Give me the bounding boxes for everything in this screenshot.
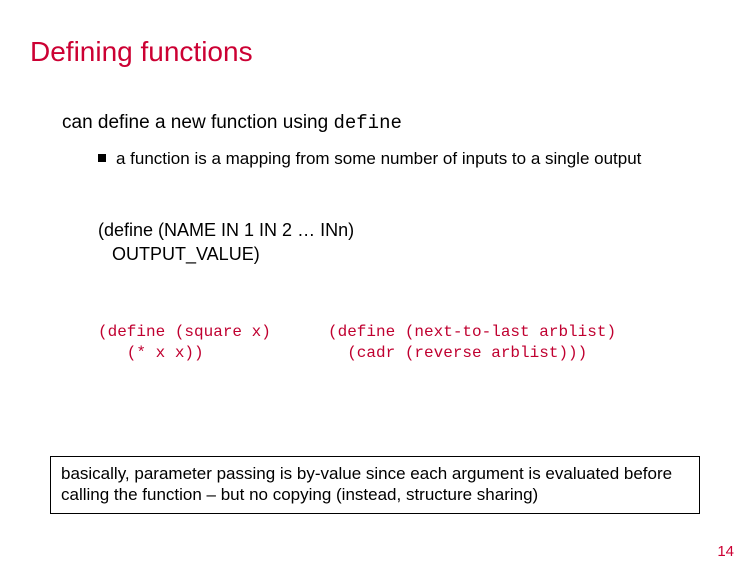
note-box: basically, parameter passing is by-value… — [50, 456, 700, 515]
bullet-text: a function is a mapping from some number… — [116, 148, 641, 169]
template-line-2: OUTPUT_VALUE) — [98, 242, 354, 266]
define-template: (define (NAME IN 1 IN 2 … INn) OUTPUT_VA… — [98, 218, 354, 267]
slide-title: Defining functions — [30, 36, 253, 68]
page-number: 14 — [717, 543, 734, 560]
intro-text: can define a new function using — [62, 112, 333, 133]
bullet-item: a function is a mapping from some number… — [98, 148, 696, 169]
intro-line: can define a new function using define — [62, 112, 402, 134]
code-examples: (define (square x) (* x x)) (define (nex… — [98, 322, 706, 364]
square-bullet-icon — [98, 154, 106, 162]
code-example-square: (define (square x) (* x x)) — [98, 322, 328, 364]
code-example-next-to-last: (define (next-to-last arblist) (cadr (re… — [328, 322, 706, 364]
intro-code: define — [333, 112, 401, 134]
template-line-1: (define (NAME IN 1 IN 2 … INn) — [98, 218, 354, 242]
note-text: basically, parameter passing is by-value… — [61, 464, 672, 504]
